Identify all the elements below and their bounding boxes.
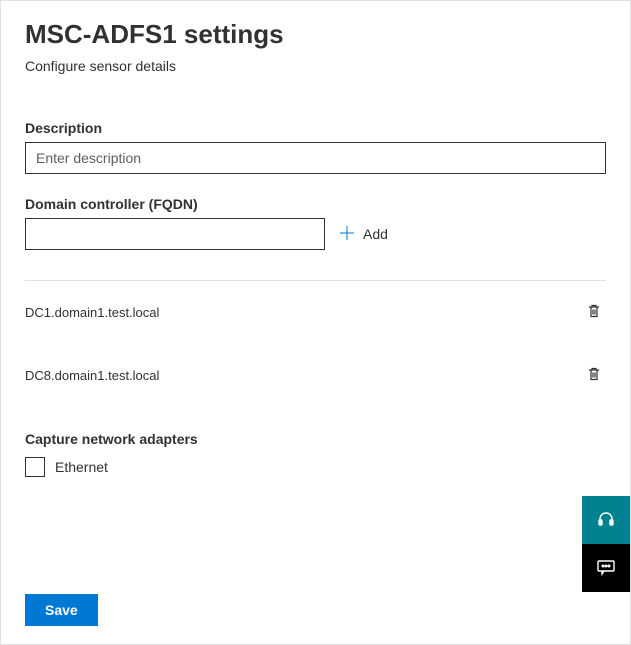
description-label: Description (25, 120, 606, 136)
dc-row: DC8.domain1.test.local (25, 344, 606, 407)
add-button-label: Add (363, 226, 388, 242)
adapter-row: Ethernet (25, 457, 606, 477)
support-button[interactable] (582, 496, 630, 544)
trash-icon (586, 307, 602, 322)
delete-button[interactable] (582, 362, 606, 389)
fqdn-label: Domain controller (FQDN) (25, 196, 606, 212)
plus-icon (339, 225, 355, 244)
description-input[interactable] (25, 142, 606, 174)
feedback-button[interactable] (582, 544, 630, 592)
page-subtitle: Configure sensor details (25, 58, 606, 74)
chat-icon (596, 557, 616, 580)
fqdn-input[interactable] (25, 218, 325, 250)
trash-icon (586, 370, 602, 385)
dc-name: DC1.domain1.test.local (25, 305, 159, 320)
dc-name: DC8.domain1.test.local (25, 368, 159, 383)
headset-icon (596, 509, 616, 532)
add-button[interactable]: Add (335, 221, 392, 248)
adapter-label: Ethernet (55, 459, 108, 475)
delete-button[interactable] (582, 299, 606, 326)
dc-row: DC1.domain1.test.local (25, 281, 606, 344)
save-button[interactable]: Save (25, 594, 98, 626)
adapter-checkbox[interactable] (25, 457, 45, 477)
adapters-label: Capture network adapters (25, 431, 606, 447)
page-title: MSC-ADFS1 settings (25, 19, 606, 50)
